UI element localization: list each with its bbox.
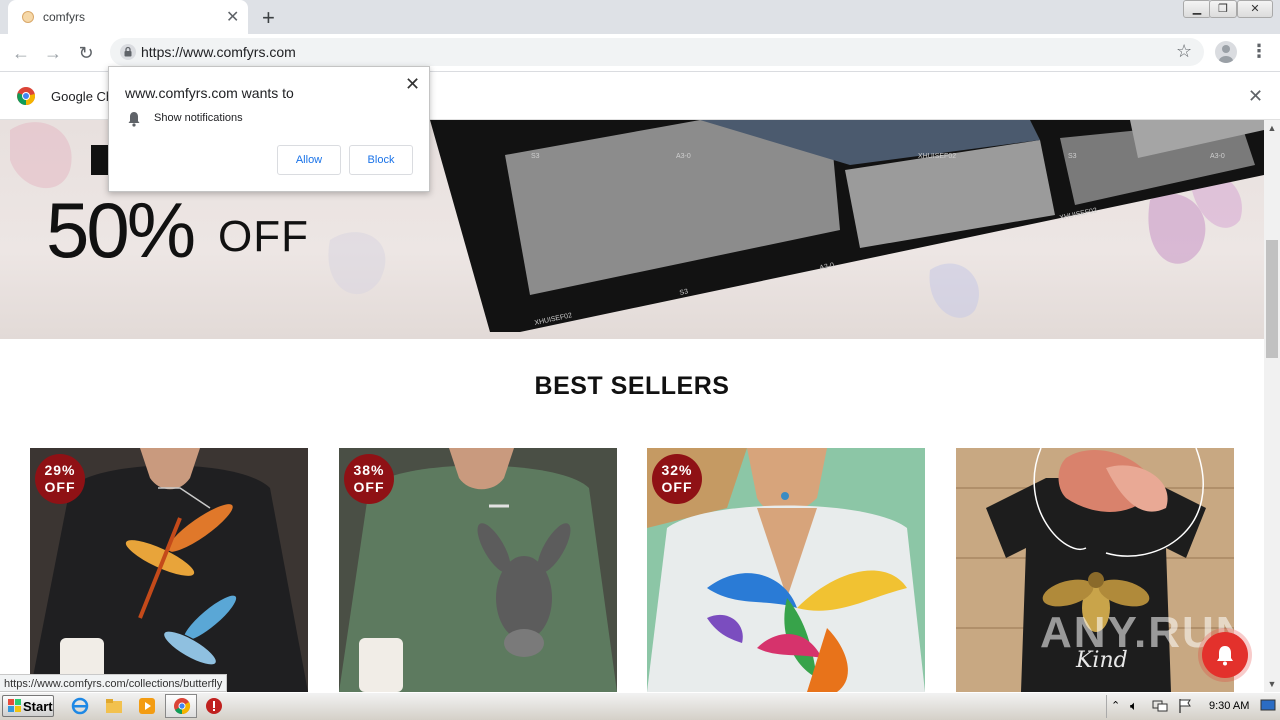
taskbar-clock: 9:30 AM: [1209, 700, 1250, 712]
svg-text:XHUISEF02: XHUISEF02: [918, 153, 956, 160]
infobar-message: Google Chrome isn't your default browser: [51, 89, 111, 104]
page-scrollbar[interactable]: [1264, 120, 1280, 692]
windows-logo-icon: [8, 699, 21, 712]
file-explorer-icon[interactable]: [105, 697, 123, 715]
notification-permission-popup: www.comfyrs.com wants to ✕ Show notifica…: [108, 66, 430, 192]
browser-tab[interactable]: comfyrs ✕: [8, 0, 248, 34]
block-button[interactable]: Block: [349, 145, 413, 175]
new-tab-button[interactable]: +: [262, 5, 275, 31]
svg-text:S3: S3: [1068, 153, 1077, 160]
window-close-button[interactable]: ✕: [1237, 0, 1273, 18]
discount-off: OFF: [44, 479, 76, 495]
profile-avatar-icon[interactable]: [1215, 41, 1237, 63]
section-title: BEST SELLERS: [534, 372, 730, 400]
lock-icon[interactable]: [120, 44, 136, 60]
chrome-taskbar-icon: [174, 698, 191, 715]
popup-close-icon[interactable]: ✕: [405, 74, 420, 95]
svg-text:S3: S3: [531, 153, 540, 160]
product-card[interactable]: 38% OFF: [339, 448, 617, 692]
url-text[interactable]: https://www.comfyrs.com: [141, 44, 296, 60]
back-icon[interactable]: ←: [9, 41, 33, 65]
discount-percent: 29%: [44, 462, 76, 478]
action-center-flag-icon[interactable]: [1178, 698, 1192, 714]
security-app-icon[interactable]: [205, 697, 223, 715]
hero-offer-percent: 50%: [46, 186, 196, 274]
popup-title: www.comfyrs.com wants to: [125, 85, 294, 101]
scroll-up-arrow-icon[interactable]: ▲: [1264, 120, 1280, 136]
tab-title: comfyrs: [43, 10, 85, 24]
reload-icon[interactable]: ↻: [74, 41, 98, 65]
show-desktop-icon[interactable]: [1260, 699, 1276, 713]
chrome-logo-icon: [17, 87, 35, 105]
scroll-down-arrow-icon[interactable]: ▼: [1264, 676, 1280, 692]
network-icon[interactable]: [1152, 699, 1168, 713]
tray-expand-icon[interactable]: ⌃: [1111, 699, 1120, 712]
discount-badge: 29% OFF: [35, 454, 85, 504]
bookmark-star-icon[interactable]: ☆: [1176, 41, 1192, 62]
product-card[interactable]: 32% OFF: [647, 448, 925, 692]
site-favicon-icon: [22, 11, 34, 23]
discount-off: OFF: [661, 479, 693, 495]
push-notification-bell-icon[interactable]: [1202, 632, 1248, 678]
permission-label: Show notifications: [154, 112, 243, 124]
discount-percent: 32%: [661, 462, 693, 478]
tab-close-icon[interactable]: ✕: [226, 7, 239, 27]
taskbar-chrome-button[interactable]: [165, 694, 197, 718]
media-player-icon[interactable]: [138, 697, 156, 715]
chrome-menu-icon[interactable]: ⋮: [1250, 41, 1268, 62]
forward-icon[interactable]: →: [41, 41, 65, 65]
window-restore-button[interactable]: ❐: [1209, 0, 1237, 18]
start-label: Start: [23, 699, 53, 714]
svg-text:A3-0: A3-0: [676, 153, 691, 160]
bell-icon: [128, 112, 140, 127]
discount-percent: 38%: [353, 462, 385, 478]
status-bar-url: https://www.comfyrs.com/collections/butt…: [0, 674, 228, 692]
scroll-thumb[interactable]: [1266, 240, 1278, 358]
internet-explorer-icon[interactable]: [71, 697, 89, 715]
svg-text:A3-0: A3-0: [1210, 153, 1225, 160]
product-card[interactable]: 29% OFF: [30, 448, 308, 692]
window-minimize-button[interactable]: ▁: [1183, 0, 1211, 18]
discount-badge: 32% OFF: [652, 454, 702, 504]
allow-button[interactable]: Allow: [277, 145, 341, 175]
discount-off: OFF: [353, 479, 385, 495]
start-button[interactable]: Start: [2, 695, 54, 717]
infobar-close-icon[interactable]: ✕: [1248, 86, 1263, 107]
volume-icon[interactable]: 🔈︎: [1130, 698, 1138, 714]
hero-offer-off: OFF: [218, 212, 309, 261]
discount-badge: 38% OFF: [344, 454, 394, 504]
